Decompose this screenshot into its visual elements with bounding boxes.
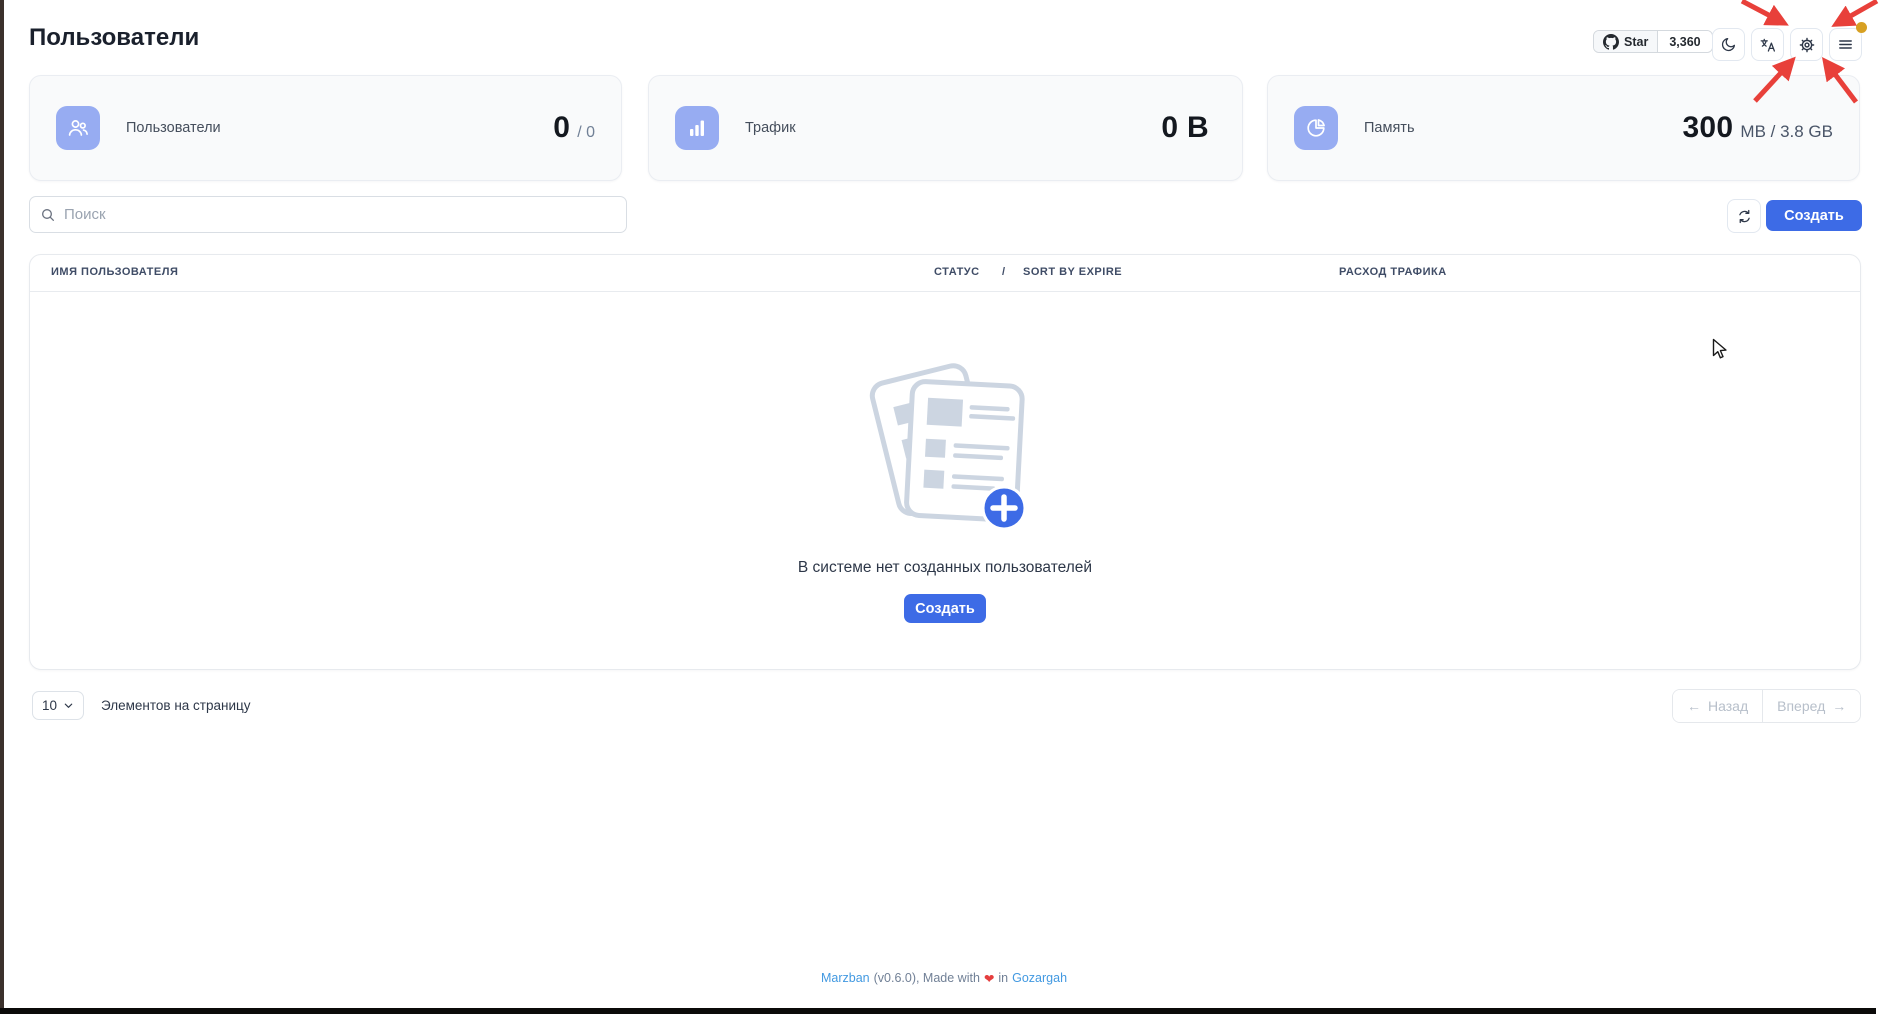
left-arrow-icon: ←: [1687, 698, 1701, 714]
footer: Marzban (v0.6.0), Made with ❤ in Gozarga…: [0, 971, 1888, 986]
search-icon: [40, 207, 56, 223]
stat-label-memory: Память: [1364, 120, 1415, 136]
stat-card-memory: Память 300 MB / 3.8 GB: [1267, 75, 1860, 181]
column-traffic-usage[interactable]: РАСХОД ТРАФИКА: [1339, 266, 1447, 278]
stat-value-users: 0 / 0: [553, 111, 595, 145]
search-input[interactable]: [64, 206, 616, 223]
refresh-button[interactable]: [1727, 199, 1761, 233]
dark-mode-button[interactable]: [1712, 28, 1745, 61]
plus-icon: [983, 487, 1025, 529]
heart-icon: ❤: [984, 971, 994, 986]
stat-value-memory: 300 MB / 3.8 GB: [1682, 111, 1833, 145]
create-button[interactable]: Создать: [1766, 200, 1862, 231]
empty-state-illustration: [857, 348, 1033, 540]
per-page-label: Элементов на страницу: [101, 698, 251, 713]
page-size-value: 10: [42, 698, 57, 713]
menu-button[interactable]: [1829, 28, 1862, 61]
refresh-icon: [1736, 208, 1753, 225]
pager: ← Назад Вперед →: [1672, 689, 1861, 723]
translate-icon: [1759, 36, 1777, 54]
github-star-label: Star: [1624, 35, 1648, 49]
chevron-down-icon: [63, 700, 74, 711]
language-button[interactable]: [1751, 28, 1784, 61]
github-star-count[interactable]: 3,360: [1658, 31, 1711, 52]
hamburger-icon: [1837, 36, 1854, 53]
stat-card-traffic: Трафик 0 B: [648, 75, 1243, 181]
stat-card-users: Пользователи 0 / 0: [29, 75, 622, 181]
desktop-edge-strip: [0, 0, 4, 1014]
stat-label-users: Пользователи: [126, 120, 221, 136]
column-sort-by-expire[interactable]: SORT BY EXPIRE: [1023, 266, 1122, 278]
stat-label-traffic: Трафик: [745, 120, 796, 136]
column-username[interactable]: ИМЯ ПОЛЬЗОВАТЕЛЯ: [51, 266, 178, 278]
marzban-link[interactable]: Marzban: [821, 971, 870, 986]
notification-dot: [1856, 22, 1867, 33]
github-star-widget[interactable]: Star 3,360: [1593, 30, 1713, 53]
stat-value-traffic: 0 B: [1161, 111, 1216, 145]
empty-state-create-button[interactable]: Создать: [904, 594, 986, 623]
right-arrow-icon: →: [1832, 698, 1846, 714]
column-divider: /: [1002, 266, 1006, 278]
window-bottom-edge: [0, 1008, 1876, 1014]
gozargah-link[interactable]: Gozargah: [1012, 971, 1067, 986]
github-star-button[interactable]: Star: [1594, 31, 1658, 52]
moon-icon: [1720, 36, 1737, 53]
gear-icon: [1798, 36, 1816, 54]
users-icon: [56, 106, 100, 150]
prev-page-button[interactable]: ← Назад: [1673, 690, 1762, 722]
page-size-select[interactable]: 10: [32, 691, 84, 720]
github-icon: [1603, 34, 1619, 50]
bar-chart-icon: [675, 106, 719, 150]
table-header-row: ИМЯ ПОЛЬЗОВАТЕЛЯ СТАТУС / SORT BY EXPIRE…: [30, 255, 1860, 292]
column-status[interactable]: СТАТУС: [934, 266, 980, 278]
users-table: ИМЯ ПОЛЬЗОВАТЕЛЯ СТАТУС / SORT BY EXPIRE…: [29, 254, 1861, 670]
next-page-button[interactable]: Вперед →: [1762, 690, 1860, 722]
pie-chart-icon: [1294, 106, 1338, 150]
empty-state-message: В системе нет созданных пользователей: [30, 559, 1860, 577]
settings-button[interactable]: [1790, 28, 1823, 61]
page-title: Пользователи: [29, 24, 199, 52]
search-box[interactable]: [29, 196, 627, 233]
